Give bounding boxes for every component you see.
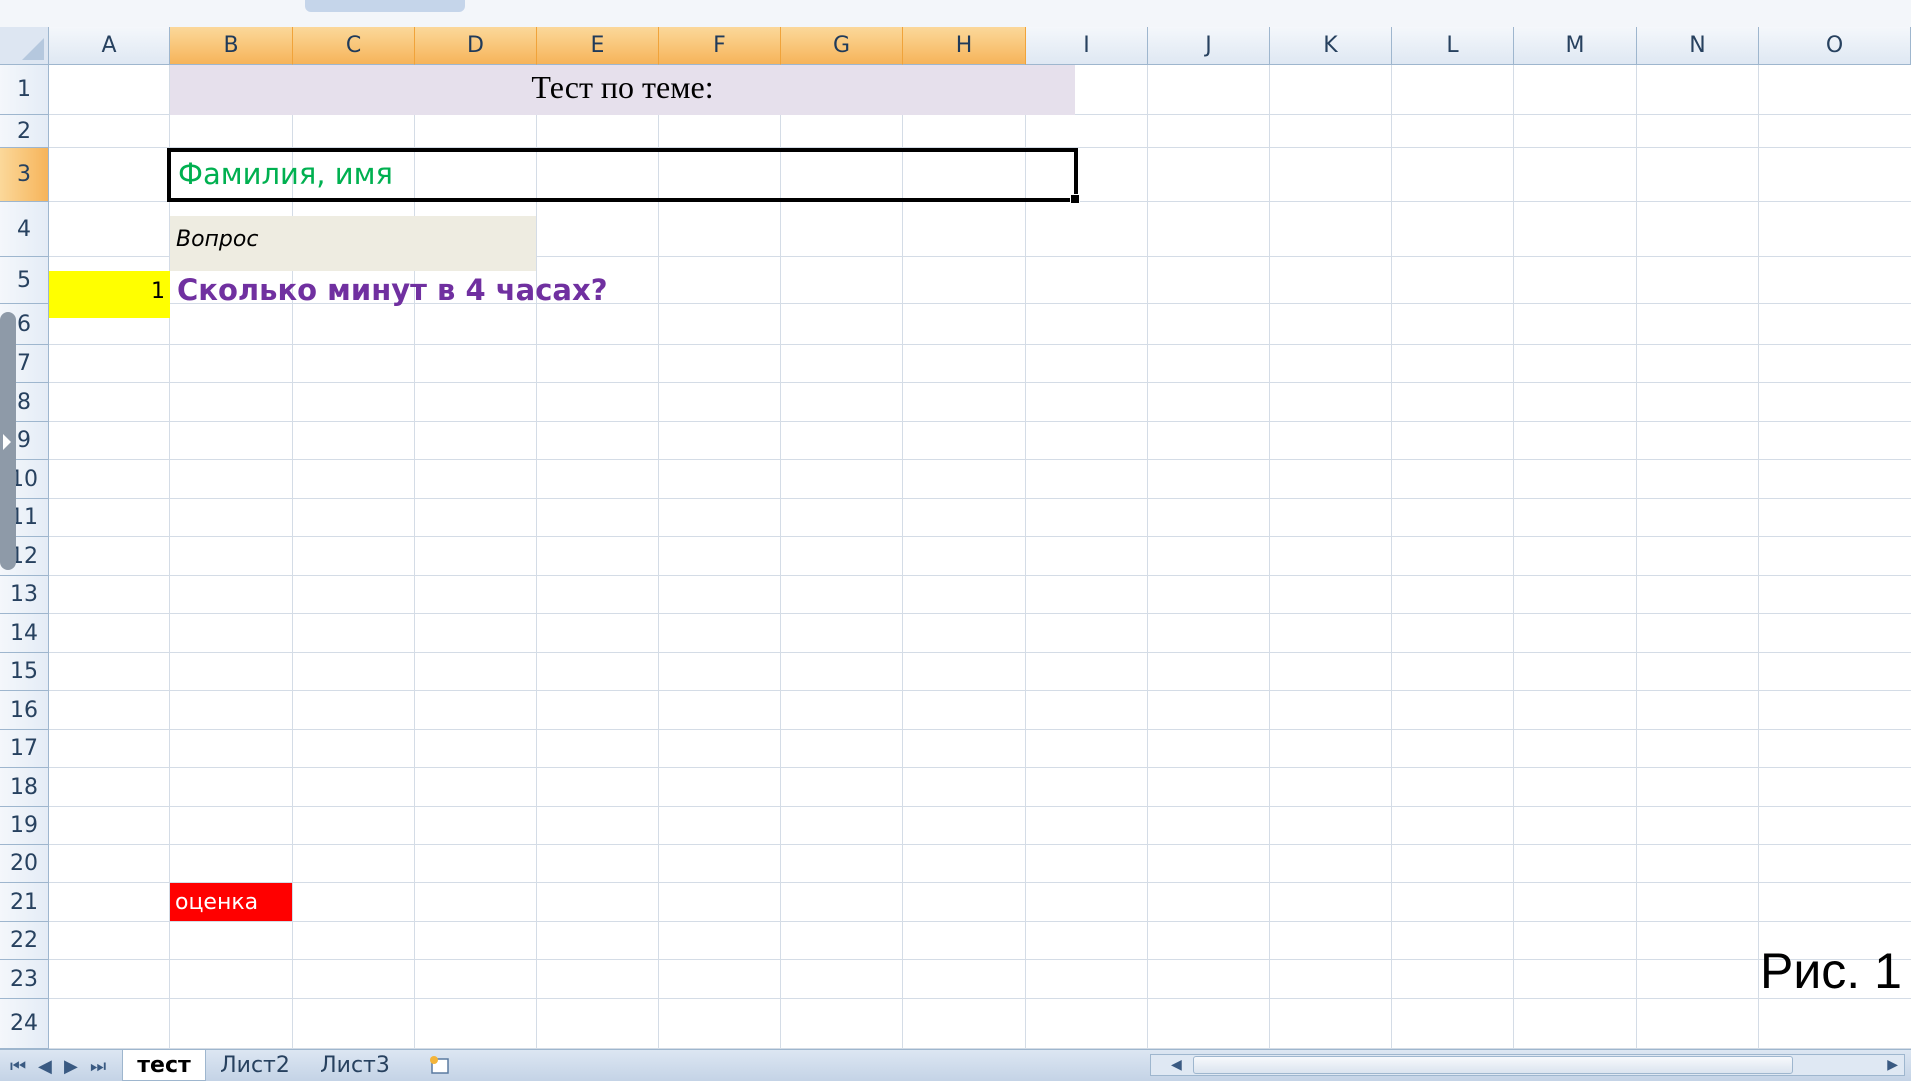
row-header-19[interactable]: 19 (0, 807, 49, 845)
panel-toggle-handle[interactable] (0, 312, 16, 570)
column-header-f[interactable]: F (659, 27, 781, 65)
sheet-tab-test[interactable]: тест (122, 1050, 206, 1081)
row-header-18[interactable]: 18 (0, 768, 49, 807)
column-header-n[interactable]: N (1637, 27, 1759, 65)
column-header-j[interactable]: J (1148, 27, 1270, 65)
scroll-left-icon[interactable]: ◀ (1171, 1057, 1182, 1073)
grid-line-horizontal (49, 844, 1911, 845)
column-header-a[interactable]: A (49, 27, 170, 65)
grid-line-vertical (902, 65, 903, 1049)
grid-line-horizontal (49, 921, 1911, 922)
grid-line-horizontal (49, 690, 1911, 691)
column-header-g[interactable]: G (781, 27, 903, 65)
question-text: Сколько минут в 4 часах? (177, 273, 608, 307)
grid-line-vertical (1513, 65, 1514, 1049)
horizontal-scrollbar[interactable]: ◀ ▶ (1150, 1054, 1905, 1076)
last-sheet-icon[interactable]: ⏭ (90, 1056, 106, 1077)
grid-line-vertical (1269, 65, 1270, 1049)
figure-caption: Рис. 1 (1760, 943, 1902, 999)
column-header-b[interactable]: B (170, 27, 293, 65)
insert-sheet-icon[interactable] (420, 1050, 460, 1080)
grid-line-horizontal (49, 498, 1911, 499)
row-header-3[interactable]: 3 (0, 148, 49, 202)
column-header-m[interactable]: M (1514, 27, 1637, 65)
row-header-23[interactable]: 23 (0, 960, 49, 999)
row-header-20[interactable]: 20 (0, 845, 49, 883)
grid-line-vertical (1147, 65, 1148, 1049)
insert-sheet-glyph (430, 1056, 449, 1074)
test-title: Тест по теме: (531, 69, 714, 105)
grid-line-vertical (780, 65, 781, 1049)
column-header-k[interactable]: K (1270, 27, 1392, 65)
grid-line-horizontal (49, 536, 1911, 537)
row-header-21[interactable]: 21 (0, 883, 49, 922)
grid-line-vertical (658, 65, 659, 1049)
column-header-l[interactable]: L (1392, 27, 1514, 65)
grid-line-horizontal (49, 998, 1911, 999)
sheet-tab-bar: ⏮ ◀ ▶ ⏭ тест Лист2 Лист3 ◀ ▶ (0, 1049, 1911, 1081)
grade-label: оценка (175, 890, 259, 915)
row-header-14[interactable]: 14 (0, 614, 49, 653)
question-header: Вопрос (176, 227, 259, 252)
sheet-tab-list3[interactable]: Лист3 (310, 1050, 400, 1080)
row-header-1[interactable]: 1 (0, 65, 49, 115)
row-header-17[interactable]: 17 (0, 730, 49, 768)
column-header-e[interactable]: E (537, 27, 659, 65)
grid-line-vertical (536, 65, 537, 1049)
grid-line-horizontal (49, 613, 1911, 614)
first-sheet-icon[interactable]: ⏮ (10, 1056, 26, 1077)
row-header-24[interactable]: 24 (0, 999, 49, 1049)
row-header-5[interactable]: 5 (0, 257, 49, 304)
grid-line-horizontal (49, 344, 1911, 345)
column-header-h[interactable]: H (903, 27, 1026, 65)
sheet-tab-list2[interactable]: Лист2 (210, 1050, 300, 1080)
grid-line-horizontal (49, 882, 1911, 883)
column-header-d[interactable]: D (415, 27, 537, 65)
row-header-15[interactable]: 15 (0, 653, 49, 691)
next-sheet-icon[interactable]: ▶ (64, 1056, 78, 1077)
grid-line-vertical (1758, 65, 1759, 1049)
row-header-2[interactable]: 2 (0, 115, 49, 148)
grid-line-vertical (1636, 65, 1637, 1049)
row-header-13[interactable]: 13 (0, 576, 49, 614)
column-header-i[interactable]: I (1026, 27, 1148, 65)
grid-line-horizontal (49, 959, 1911, 960)
scroll-right-icon[interactable]: ▶ (1887, 1057, 1898, 1073)
select-all-triangle-icon (22, 38, 44, 60)
row-header-4[interactable]: 4 (0, 202, 49, 257)
row-header-16[interactable]: 16 (0, 691, 49, 730)
fill-handle[interactable] (1070, 194, 1080, 204)
grid-line-horizontal (49, 729, 1911, 730)
formula-bar-strip (0, 0, 1911, 29)
grid-line-vertical (414, 65, 415, 1049)
scroll-thumb[interactable] (1193, 1056, 1793, 1074)
column-header-o[interactable]: O (1759, 27, 1911, 65)
grid-line-vertical (292, 65, 293, 1049)
grid-line-vertical (1391, 65, 1392, 1049)
row-header-22[interactable]: 22 (0, 922, 49, 960)
grid-line-vertical (1025, 65, 1026, 1049)
cell-grid[interactable]: Тест по теме: Фамилия, имя Вопрос 1 Скол… (49, 65, 1911, 1049)
expand-arrow-icon (3, 434, 11, 450)
question-number: 1 (151, 279, 165, 304)
grid-line-horizontal (49, 382, 1911, 383)
active-cell-border (167, 148, 1078, 202)
grid-line-horizontal (49, 575, 1911, 576)
select-all-button[interactable] (0, 27, 49, 65)
grid-line-horizontal (49, 767, 1911, 768)
column-header-c[interactable]: C (293, 27, 415, 65)
grid-line-horizontal (49, 652, 1911, 653)
grid-line-horizontal (49, 806, 1911, 807)
grid-line-horizontal (49, 459, 1911, 460)
name-box-fragment (305, 0, 465, 12)
grid-line-horizontal (49, 421, 1911, 422)
prev-sheet-icon[interactable]: ◀ (38, 1056, 52, 1077)
